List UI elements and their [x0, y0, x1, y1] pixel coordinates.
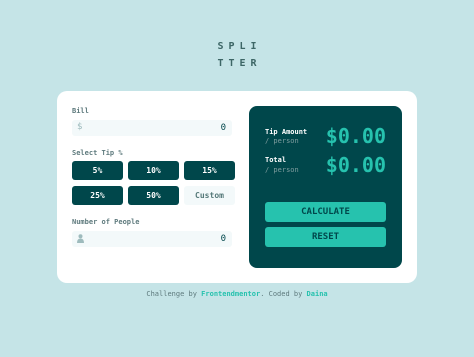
total-value: $0.00: [325, 153, 386, 177]
frontendmentor-link[interactable]: Frontendmentor: [201, 290, 260, 298]
tip-amount-sub: / person: [265, 137, 299, 145]
total-label: Total: [265, 156, 287, 164]
tip-amount-value: $0.00: [325, 124, 386, 148]
bill-input[interactable]: [166, 122, 226, 134]
reset-button[interactable]: RESET: [265, 227, 386, 247]
people-input[interactable]: [166, 233, 226, 245]
logo-line-2: TTER: [217, 58, 262, 69]
logo-line-1: SPLI: [217, 41, 262, 52]
attribution-middle: . Coded by: [260, 290, 307, 298]
result-panel: Tip Amount / person $0.00 Total / person…: [249, 106, 402, 268]
tip-button-15[interactable]: 15%: [184, 161, 235, 180]
tip-button-5[interactable]: 5%: [72, 161, 123, 180]
calculate-button[interactable]: CALCULATE: [265, 202, 386, 222]
person-icon: [77, 233, 84, 246]
select-tip-label: Select Tip %: [72, 149, 123, 157]
tip-button-25[interactable]: 25%: [72, 186, 123, 205]
total-sub: / person: [265, 166, 299, 174]
attribution: Challenge by Frontendmentor. Coded by Da…: [0, 290, 474, 298]
tip-custom-input[interactable]: Custom: [184, 186, 235, 205]
bill-label: Bill: [72, 107, 89, 115]
tip-button-10[interactable]: 10%: [128, 161, 179, 180]
logo: SPLI TTER: [0, 38, 474, 72]
bill-field[interactable]: $: [72, 120, 232, 136]
author-link[interactable]: Daina: [307, 290, 328, 298]
tip-amount-label: Tip Amount: [265, 128, 308, 136]
attribution-prefix: Challenge by: [146, 290, 202, 298]
dollar-icon: $: [77, 122, 83, 132]
tip-button-50[interactable]: 50%: [128, 186, 179, 205]
people-label: Number of People: [72, 218, 140, 226]
calculator-card: Bill $ Select Tip % 5% 10% 15% 25% 50% C…: [57, 91, 417, 283]
people-field[interactable]: [72, 231, 232, 247]
